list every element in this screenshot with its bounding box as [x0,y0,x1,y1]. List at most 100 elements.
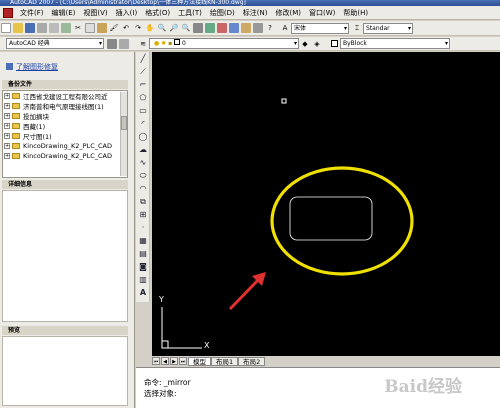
polygon-icon[interactable]: ⬠ [137,92,149,104]
menu-draw[interactable]: 绘图(D) [206,8,239,18]
first-tab-icon[interactable]: ⏮ [152,357,160,365]
help-icon[interactable]: ? [265,23,275,33]
zoom-window-icon[interactable]: 🔎 [169,23,179,33]
calculator-icon[interactable] [253,23,263,33]
construction-line-icon[interactable]: ⟋ [137,66,149,78]
spline-icon[interactable]: ∿ [137,157,149,169]
rectangle-icon[interactable]: ▭ [137,105,149,117]
drawing-canvas[interactable]: Y X [152,52,500,356]
menu-dimension[interactable]: 标注(N) [239,8,272,18]
workspace-save-icon[interactable] [119,38,129,49]
menu-view[interactable]: 视图(V) [79,8,111,18]
tab-model[interactable]: 模型 [188,356,211,366]
preview-icon[interactable] [49,23,59,33]
line-icon[interactable]: ╱ [137,53,149,65]
sheetset-icon[interactable] [229,23,239,33]
expand-icon[interactable]: + [4,113,10,119]
menu-edit[interactable]: 编辑(E) [48,8,80,18]
point-icon[interactable]: · [137,222,149,234]
prev-tab-icon[interactable]: ◀ [161,357,169,365]
expand-icon[interactable]: + [4,153,10,159]
tree-scrollbar[interactable] [120,92,127,176]
tree-item[interactable]: + 投加摘块 [3,111,127,121]
tree-item[interactable]: + 江西省戈建设工程有限公司近 [3,91,127,101]
tree-item[interactable]: + KincoDrawing_K2_PLC_CAD [3,151,127,161]
expand-icon[interactable]: + [4,93,10,99]
dimstyle-icon[interactable]: ⌶ [352,23,362,33]
expand-icon[interactable]: + [4,103,10,109]
open-icon[interactable] [13,23,23,33]
menu-help[interactable]: 帮助(H) [339,8,372,18]
menu-insert[interactable]: 插入(I) [112,8,142,18]
matchprop-icon[interactable]: 🖌 [109,23,119,33]
gradient-icon[interactable]: ▤ [137,248,149,260]
markup-icon[interactable] [241,23,251,33]
menu-file[interactable]: 文件(F) [16,8,48,18]
folder-icon [12,123,20,129]
pan-icon[interactable]: ✋ [145,23,155,33]
backup-files-header[interactable]: 备份文件 [2,80,128,89]
linetype-combo[interactable]: ByBlock [340,38,450,49]
expand-icon[interactable]: + [4,133,10,139]
revcloud-icon[interactable]: ☁ [137,144,149,156]
ellipse-arc-icon[interactable]: ◠ [137,183,149,195]
tab-layout1[interactable]: 布局1 [211,356,239,366]
make-current-layer-icon[interactable]: ◆ [300,39,310,49]
text-style-icon[interactable]: A [280,23,290,33]
last-tab-icon[interactable]: ⏭ [179,357,187,365]
paste-icon[interactable] [97,23,107,33]
style-combo[interactable]: Standar [363,22,413,34]
layer-manager-icon[interactable]: ≋ [138,39,148,49]
expand-icon[interactable]: + [4,143,10,149]
hatch-icon[interactable]: ▦ [137,235,149,247]
new-icon[interactable] [1,23,11,33]
circle-icon[interactable]: ◯ [137,131,149,143]
layer-combo[interactable]: ● ✹ ▪ 0 [149,38,299,49]
copy-icon[interactable] [85,23,95,33]
menu-format[interactable]: 格式(O) [141,8,174,18]
workspace-combo[interactable]: AutoCAD 经典 [6,38,104,49]
layer-name: 0 [182,40,186,47]
tree-item[interactable]: + KincoDrawing_K2_PLC_CAD [3,141,127,151]
workspace-settings-icon[interactable] [107,38,117,49]
save-icon[interactable] [25,23,35,33]
color-swatch-icon[interactable] [329,39,339,49]
tree-item[interactable]: + 西藏(1) [3,121,127,131]
table-icon[interactable]: ▥ [137,274,149,286]
drawing-recovery-link[interactable]: 了解图形修复 [16,62,58,72]
publish-icon[interactable] [61,23,71,33]
menu-window[interactable]: 窗口(W) [305,8,339,18]
properties-icon[interactable] [193,23,203,33]
tree-item[interactable]: + 尺寸图(1) [3,131,127,141]
insert-block-icon[interactable]: ⧉ [137,196,149,208]
mtext-icon[interactable]: A [137,287,149,299]
zoom-realtime-icon[interactable]: 🔍 [157,23,167,33]
preview-header[interactable]: 预览 [2,326,128,335]
expand-icon[interactable]: + [4,123,10,129]
print-icon[interactable] [37,23,47,33]
arc-icon[interactable]: ◜ [137,118,149,130]
designcenter-icon[interactable] [205,23,215,33]
font-combo[interactable]: 宋体 [291,22,349,34]
make-block-icon[interactable]: ⊞ [137,209,149,221]
command-window[interactable]: 命令: _mirror 选择对象: Baid经验 [136,367,500,408]
zoom-previous-icon[interactable]: 🔍 [181,23,191,33]
redo-icon[interactable]: ↷ [133,23,143,33]
menu-tools[interactable]: 工具(T) [174,8,206,18]
region-icon[interactable]: ◙ [137,261,149,273]
autocad-app-icon[interactable] [3,7,13,18]
tree-scrollbar-thumb[interactable] [121,116,127,130]
polyline-icon[interactable]: ⌐ [137,79,149,91]
layer-previous-icon[interactable]: ◈ [312,39,322,49]
tab-layout2[interactable]: 布局2 [238,356,266,366]
next-tab-icon[interactable]: ▶ [170,357,178,365]
toolpalettes-icon[interactable] [217,23,227,33]
cut-icon[interactable]: ✂ [73,23,83,33]
undo-icon[interactable]: ↶ [121,23,131,33]
details-header[interactable]: 详细信息 [2,180,128,189]
folder-icon [12,153,20,159]
menu-modify[interactable]: 修改(M) [271,8,305,18]
tree-item[interactable]: + 济南普和电气原理接线图(1) [3,101,127,111]
rounded-rectangle-shape[interactable] [289,196,373,241]
ellipse-icon[interactable]: ⬭ [137,170,149,182]
